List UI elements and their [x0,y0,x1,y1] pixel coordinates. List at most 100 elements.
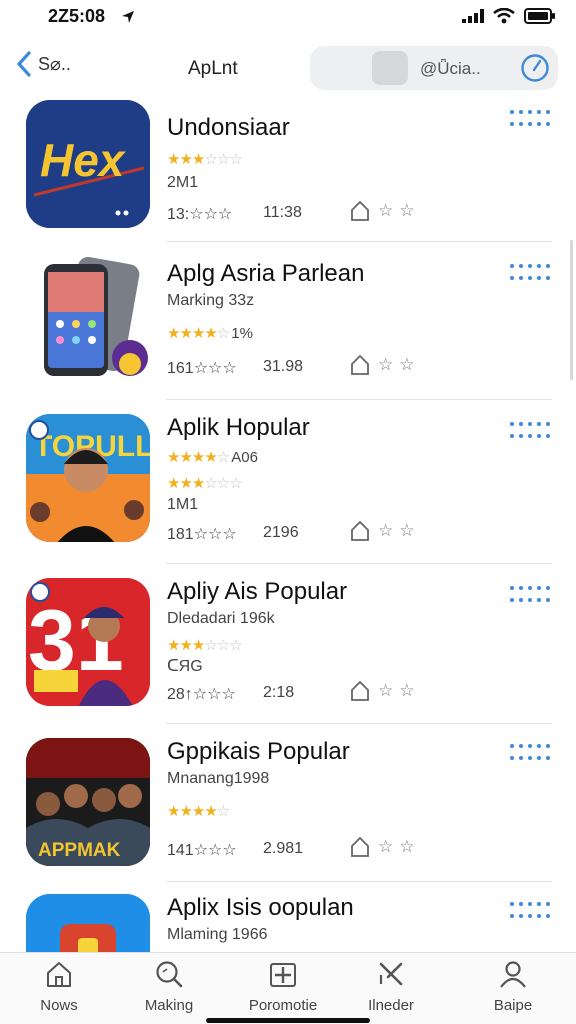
status-time: 2Z5:08 [48,6,106,26]
app-icon-text: Hex [40,134,127,186]
wifi-icon [493,8,515,24]
favorite-icon[interactable]: ☆ [378,837,393,857]
chevron-left-icon [17,51,31,77]
tab-label: Baipe [493,997,533,1014]
phones-art [44,257,148,376]
more-options-button[interactable] [510,902,550,922]
app-info: ᑕЯG [167,658,203,675]
tab-label: Poromotie [248,997,318,1014]
app-subtitle: Marking 33z [167,292,255,309]
rating-text: A06 [231,449,258,466]
app-icon[interactable]: Hex [26,100,150,228]
favorite-icon[interactable]: ☆ [399,201,414,221]
app-actions: ☆ ☆ [348,836,415,858]
app-actions: ☆ ☆ [348,520,415,542]
more-options-button[interactable] [510,422,550,442]
more-options-button[interactable] [510,110,550,130]
battery-icon [524,8,555,24]
favorite-icon[interactable]: ☆ [399,521,414,541]
home-indicator[interactable] [206,1018,370,1023]
app-icon-art: Hex [26,100,150,228]
favorite-icon[interactable]: ☆ [378,201,393,221]
tab-making[interactable]: Making [114,959,224,1014]
share-icon[interactable] [348,520,372,542]
tab-ilneder[interactable]: Ilneder [336,959,446,1014]
back-button[interactable]: S⌀.. [16,50,71,78]
app-title: Undonsiaar [167,114,290,141]
navigation-bar: S⌀.. ApLnt @Ǖcia.. [0,40,576,96]
app-stat-downloads: 141☆☆☆ [167,842,237,859]
app-icon-art: APPMAK [26,738,150,866]
rating-stars-secondary: ★★★☆☆☆ [167,475,243,492]
app-actions: ☆ ☆ [348,354,415,376]
add-square-icon [270,963,296,987]
list-item[interactable]: Aplg Asria Parlean Marking 33z ★★★★☆ 1% 1… [0,242,576,400]
app-title: Apliy Ais Popular [167,578,348,605]
favorite-icon[interactable]: ☆ [378,355,393,375]
app-stat-size: 2196 [263,524,299,541]
app-subtitle: Dledadari 196k [167,610,275,627]
app-actions: ☆ ☆ [348,680,415,702]
app-actions: ☆ ☆ [348,200,415,222]
favorite-icon[interactable]: ☆ [399,355,414,375]
rating-stars: ★★★★☆ [167,803,230,820]
app-icon-text: APPMAK [38,840,121,861]
tab-nows[interactable]: Nows [4,959,114,1014]
app-subtitle: Mnanang1998 [167,770,270,787]
app-stat-downloads: 28↑☆☆☆ [167,686,236,703]
share-icon[interactable] [348,354,372,376]
app-subtitle: Mlaming 1966 [167,926,268,943]
app-stat-size: 2:18 [263,684,295,701]
search-text: @Ǖcia.. [420,59,481,78]
page-title: ApLnt [188,58,238,79]
compass-icon[interactable] [520,53,550,83]
app-title: Aplik Hopular [167,414,310,441]
list-item[interactable]: TOPULL Aplik Hopular ★★★★☆ A06 ★★★☆☆☆ 1M1… [0,400,576,564]
favorite-icon[interactable]: ☆ [378,521,393,541]
list-item[interactable]: Aplix Isis oopulan Mlaming 1966 [0,882,576,952]
status-icons [462,8,556,24]
status-bar: 2Z5:08 [0,0,576,34]
app-stat-downloads: 181☆☆☆ [167,526,237,543]
app-info: 1M1 [167,496,199,513]
app-list: Hex Undonsiaar ★★★☆☆☆ 2M1 13:☆☆☆ 11:38 ☆… [0,96,576,952]
tab-poromotie[interactable]: Poromotie [228,959,338,1014]
tab-bar: Nows Making Poromotie Ilneder Baipe [0,952,576,1024]
app-title: Aplix Isis oopulan [167,894,354,921]
tab-label: Making [144,997,194,1014]
app-icon[interactable]: TOPULL [26,414,150,542]
app-stat-downloads: 13:☆☆☆ [167,206,233,223]
favorite-icon[interactable]: ☆ [378,681,393,701]
app-icon[interactable]: 31 [26,578,150,706]
rating-stars: ★★★★☆ 1% [167,325,253,342]
app-stat-size: 2.981 [263,840,304,857]
location-arrow-icon [122,11,134,23]
search-thumbnail [372,51,408,85]
list-item[interactable]: Hex Undonsiaar ★★★☆☆☆ 2M1 13:☆☆☆ 11:38 ☆… [0,96,576,242]
favorite-icon[interactable]: ☆ [399,837,414,857]
app-icon[interactable] [26,254,150,382]
more-options-button[interactable] [510,586,550,606]
search-field[interactable]: @Ǖcia.. [310,46,558,90]
search-icon [156,961,183,988]
favorite-icon[interactable]: ☆ [399,681,414,701]
list-item[interactable]: 31 Apliy Ais Popular Dledadari 196k ★★★☆… [0,564,576,724]
app-icon-art [26,894,150,952]
app-icon-art: 31 [26,578,150,706]
more-options-button[interactable] [510,264,550,284]
app-icon[interactable] [26,894,150,952]
share-icon[interactable] [348,200,372,222]
tab-baipe[interactable]: Baipe [458,959,568,1014]
signal-icon [462,9,484,23]
app-icon-art: TOPULL [26,414,150,542]
home-icon [47,962,71,987]
app-icon[interactable]: APPMAK [26,738,150,866]
list-item[interactable]: APPMAK Gppikais Popular Mnanang1998 ★★★★… [0,724,576,882]
share-icon[interactable] [348,836,372,858]
tab-label: Ilneder [368,997,414,1014]
share-icon[interactable] [348,680,372,702]
tools-icon [379,962,403,986]
app-title: Gppikais Popular [167,738,350,765]
more-options-button[interactable] [510,744,550,764]
rating-text: 1% [231,325,253,342]
